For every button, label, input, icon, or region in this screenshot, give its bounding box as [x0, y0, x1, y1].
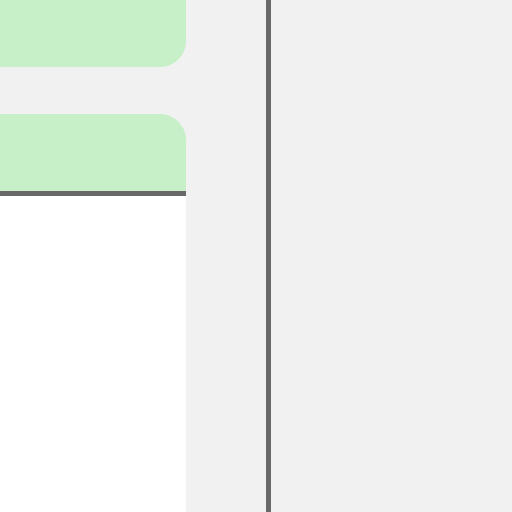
tab-content-panel: [0, 196, 186, 512]
tab-partial-top[interactable]: [0, 0, 186, 67]
tab-active[interactable]: [0, 114, 186, 191]
panel-gutter: [186, 0, 266, 512]
right-pane: [271, 0, 512, 512]
app-viewport: [0, 0, 512, 512]
